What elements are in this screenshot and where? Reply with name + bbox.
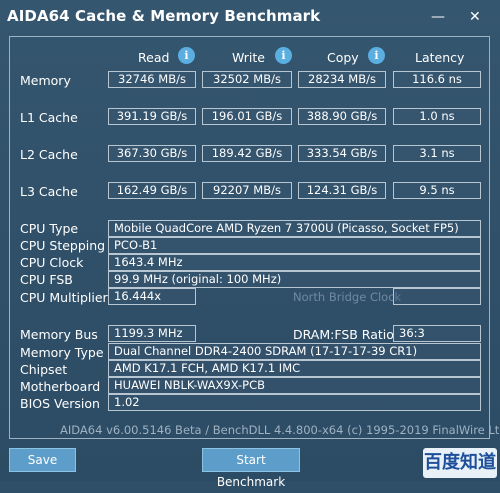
l3-latency-value: 9.5 ns [393,182,481,199]
cpu-multiplier-value: 16.444x [108,288,196,305]
watermark-logo: 百度知道 [423,448,497,478]
bios-value: 1.02 [108,394,481,411]
write-info-icon[interactable]: i [275,47,292,64]
cpu-stepping-label: CPU Stepping [20,238,106,253]
close-button[interactable]: ✕ [469,9,481,25]
l3-copy-value: 124.31 GB/s [298,182,386,199]
column-read: Read [138,50,170,65]
version-footer: AIDA64 v6.00.5146 Beta / BenchDLL 4.4.80… [60,423,500,437]
nb-clock-value [393,288,481,305]
row-label-memory: Memory [20,73,71,88]
start-benchmark-button[interactable]: Start Benchmark [202,448,300,489]
memory-bus-label: Memory Bus [20,327,98,342]
memory-read-value: 32746 MB/s [108,71,196,88]
l3-read-value: 162.49 GB/s [108,182,196,199]
motherboard-label: Motherboard [20,379,101,394]
cpu-type-label: CPU Type [20,221,79,236]
cpu-clock-label: CPU Clock [20,255,84,270]
save-button[interactable]: Save [9,448,76,472]
l2-read-value: 367.30 GB/s [108,145,196,162]
l1-write-value: 196.01 GB/s [202,108,292,125]
l1-copy-value: 388.90 GB/s [298,108,386,125]
memory-type-value: Dual Channel DDR4-2400 SDRAM (17-17-17-3… [108,343,481,360]
cpu-multiplier-label: CPU Multiplier [20,290,108,305]
l2-copy-value: 333.54 GB/s [298,145,386,162]
l3-write-value: 92207 MB/s [202,182,292,199]
window-title: AIDA64 Cache & Memory Benchmark [7,7,321,25]
chipset-label: Chipset [20,362,68,377]
cpu-type-value: Mobile QuadCore AMD Ryzen 7 3700U (Picas… [108,220,481,237]
column-latency: Latency [415,50,465,65]
cpu-stepping-value: PCO-B1 [108,237,481,254]
cpu-fsb-label: CPU FSB [20,272,73,287]
nb-clock-label: North Bridge Clock [293,290,402,304]
memory-bus-value: 1199.3 MHz [108,325,196,342]
read-info-icon[interactable]: i [178,47,195,64]
minimize-button[interactable]: — [431,9,445,25]
cpu-clock-value: 1643.4 MHz [108,254,481,271]
row-label-l1: L1 Cache [20,110,78,125]
column-write: Write [232,50,266,65]
l1-read-value: 391.19 GB/s [108,108,196,125]
bios-label: BIOS Version [20,396,100,411]
chipset-value: AMD K17.1 FCH, AMD K17.1 IMC [108,360,481,377]
row-label-l2: L2 Cache [20,147,78,162]
motherboard-value: HUAWEI NBLK-WAX9X-PCB [108,377,481,394]
dram-ratio-value: 36:3 [393,325,481,342]
l2-latency-value: 3.1 ns [393,145,481,162]
column-copy: Copy [327,50,359,65]
dram-ratio-label: DRAM:FSB Ratio [293,327,394,342]
memory-latency-value: 116.6 ns [393,71,481,88]
l2-write-value: 189.42 GB/s [202,145,292,162]
title-bar[interactable]: AIDA64 Cache & Memory Benchmark — ✕ [0,0,500,36]
row-label-l3: L3 Cache [20,184,78,199]
copy-info-icon[interactable]: i [368,47,385,64]
cpu-fsb-value: 99.9 MHz (original: 100 MHz) [108,271,481,288]
memory-type-label: Memory Type [20,345,104,360]
memory-write-value: 32502 MB/s [202,71,292,88]
memory-copy-value: 28234 MB/s [298,71,386,88]
l1-latency-value: 1.0 ns [393,108,481,125]
benchmark-window: AIDA64 Cache & Memory Benchmark — ✕ Read… [0,0,500,489]
